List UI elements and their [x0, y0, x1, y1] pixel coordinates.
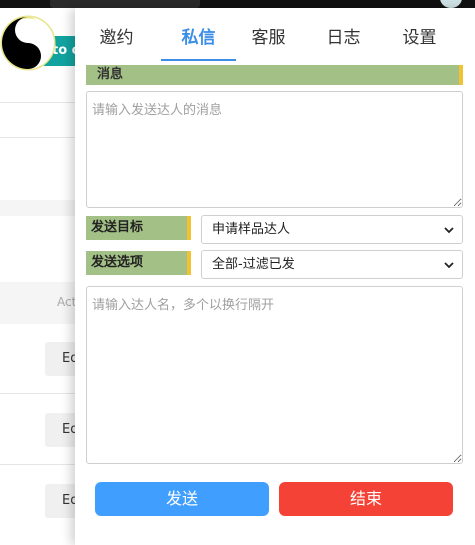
message-input[interactable]: [86, 91, 463, 208]
send-target-label: 发送目标: [86, 216, 191, 240]
active-tab-indicator: [161, 59, 236, 61]
send-target-value: 申请样品达人: [212, 222, 291, 237]
message-section-header: 消息: [86, 65, 463, 85]
tab-customer-service[interactable]: 客服: [231, 8, 306, 62]
tab-invite[interactable]: 邀约: [79, 8, 154, 62]
end-button[interactable]: 结束: [279, 482, 453, 516]
yin-yang-logo-icon[interactable]: [0, 10, 56, 76]
tab-bar: 邀约 私信 客服 日志 设置: [75, 8, 475, 62]
chevron-down-icon: [444, 227, 454, 234]
send-option-value: 全部-过滤已发: [212, 257, 295, 272]
background-divider: [0, 464, 80, 465]
send-target-select[interactable]: 申请样品达人: [201, 215, 463, 244]
background-topbar-tab: [50, 0, 200, 8]
background-avatar: [440, 0, 462, 8]
background-divider: [0, 137, 80, 138]
background-topbar: [0, 0, 475, 8]
influencer-names-input[interactable]: [86, 286, 463, 464]
background-divider: [0, 393, 80, 394]
background-column-header: Act: [57, 295, 77, 309]
background-divider: [0, 102, 80, 103]
message-panel: 邀约 私信 客服 日志 设置 消息 发送目标 申请样品达人 发送选项 全部-过滤…: [75, 8, 475, 545]
send-button[interactable]: 发送: [95, 482, 269, 516]
tab-log[interactable]: 日志: [306, 8, 381, 62]
background-band: [0, 200, 80, 216]
send-option-select[interactable]: 全部-过滤已发: [201, 250, 463, 279]
tab-direct-message[interactable]: 私信: [161, 8, 236, 62]
chevron-down-icon: [444, 262, 454, 269]
tab-settings[interactable]: 设置: [382, 8, 457, 62]
send-option-label: 发送选项: [86, 251, 191, 275]
